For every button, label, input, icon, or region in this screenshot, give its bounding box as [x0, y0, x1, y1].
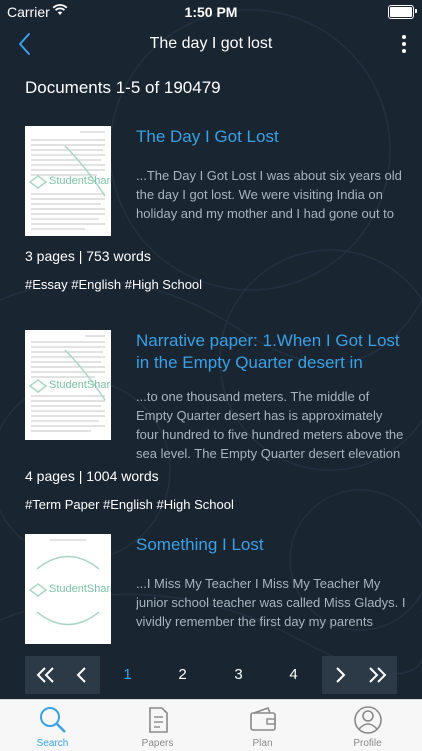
thumbnail-logo: StudentShare [49, 379, 111, 391]
tab-search[interactable]: Search [0, 700, 105, 751]
document-title[interactable]: Something I Lost [136, 534, 406, 556]
page-number[interactable]: 2 [155, 656, 210, 694]
document-snippet: ...to one thousand meters. The middle of… [136, 389, 404, 461]
chevron-right-icon [336, 667, 346, 683]
page-number[interactable]: 4 [266, 656, 321, 694]
last-page-button[interactable] [359, 656, 397, 694]
tab-label: Profile [353, 738, 382, 749]
double-chevron-right-icon [369, 667, 387, 683]
page-number[interactable]: 1 [100, 656, 155, 694]
previous-page-button[interactable] [65, 656, 100, 694]
document-title[interactable]: The Day I Got Lost [136, 126, 406, 148]
document-thumbnail[interactable]: StudentShare [25, 330, 111, 440]
document-thumbnail[interactable]: StudentShare [25, 534, 111, 644]
page-number[interactable]: 3 [211, 656, 266, 694]
tab-label: Plan [252, 738, 273, 749]
wallet-icon [250, 706, 276, 731]
document-icon [149, 707, 168, 733]
thumbnail-logo: StudentShare [49, 175, 111, 187]
page-title: The day I got lost [149, 35, 273, 52]
document-title[interactable]: Narrative paper: 1.When I Got Lost in th… [136, 330, 406, 374]
magnifier-icon [40, 707, 66, 733]
document-snippet: ...The Day I Got Lost I was about six ye… [136, 168, 402, 221]
person-icon [354, 706, 382, 734]
pagination: 1 2 3 4 [25, 656, 397, 694]
more-options-icon[interactable] [400, 34, 408, 54]
double-chevron-left-icon [36, 667, 54, 683]
document-snippet: ...I Miss My Teacher I Miss My Teacher M… [136, 576, 406, 629]
tab-plan[interactable]: Plan [210, 700, 315, 751]
battery-icon [388, 5, 417, 19]
tab-papers[interactable]: Papers [105, 700, 210, 751]
results-count-heading: Documents 1-5 of 190479 [25, 78, 221, 97]
document-tags: #Essay #English #High School [25, 277, 203, 292]
document-meta: 4 pages | 1004 words [25, 468, 159, 484]
tab-label: Search [36, 738, 69, 749]
first-page-button[interactable] [25, 656, 65, 694]
document-thumbnail[interactable]: StudentShare [25, 126, 111, 236]
thumbnail-logo: StudentShare [49, 583, 111, 595]
tab-profile[interactable]: Profile [315, 700, 420, 751]
tab-label: Papers [141, 738, 174, 749]
status-bar: Carrier 1:50 PM [0, 0, 422, 22]
tab-bar: Search Papers Plan Profile [0, 699, 422, 751]
next-page-button[interactable] [322, 656, 359, 694]
clock: 1:50 PM [184, 4, 238, 20]
navigation-bar: The day I got lost [0, 22, 422, 66]
chevron-left-icon [76, 667, 86, 683]
document-tags: #Term Paper #English #High School [25, 497, 234, 512]
document-meta: 3 pages | 753 words [25, 248, 151, 264]
